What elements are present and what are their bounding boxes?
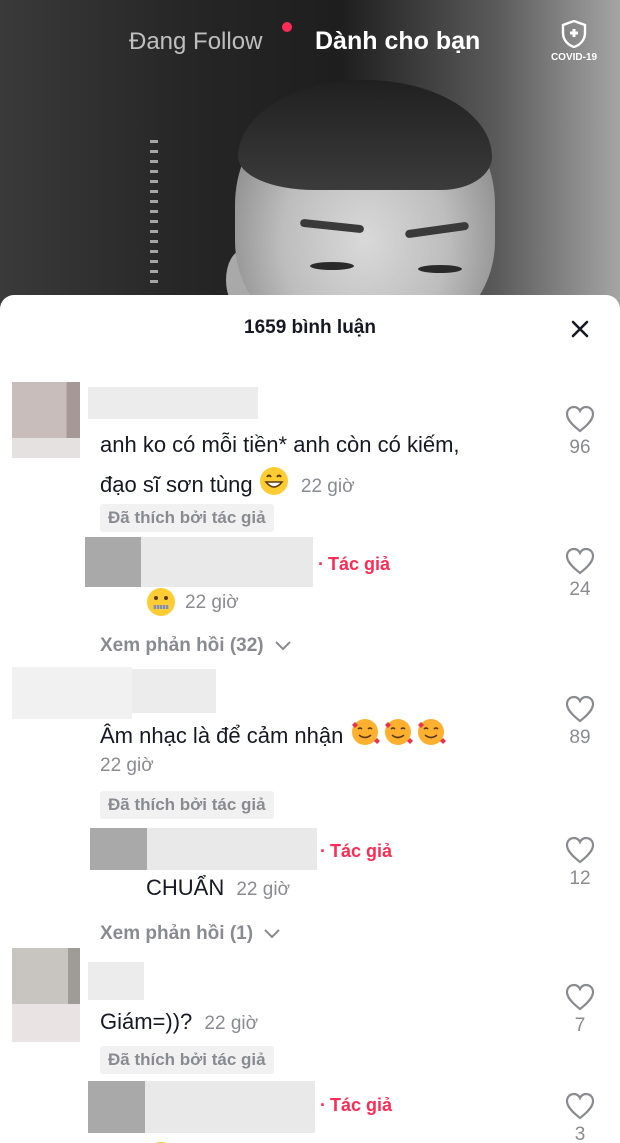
avatar[interactable] [12, 948, 80, 1004]
grinning-face-emoji [259, 466, 289, 506]
avatar[interactable] [12, 382, 80, 438]
like-count: 96 [569, 437, 591, 458]
like-count: 24 [569, 579, 591, 600]
author-liked-badge: Đã thích bởi tác giả [100, 504, 274, 532]
chevron-down-icon [264, 929, 281, 939]
tab-following[interactable]: Đang Follow [129, 28, 262, 56]
heart-icon [565, 1092, 595, 1120]
reply-username[interactable] [145, 1081, 315, 1133]
video-window-blind [150, 140, 158, 290]
comment-time: 22 giờ [100, 755, 154, 776]
smiling-face-with-hearts-emoji [350, 717, 446, 757]
video-person-eye [310, 262, 354, 270]
comment-time: 22 giờ [204, 1013, 259, 1034]
video-person-hair [238, 80, 492, 190]
reply-username[interactable] [141, 537, 313, 587]
reply-time: 22 giờ [185, 592, 239, 613]
heart-icon [565, 836, 595, 864]
author-tag: · Tác giả [320, 841, 393, 861]
shield-icon [561, 20, 587, 48]
heart-icon [565, 405, 595, 433]
heart-icon [565, 983, 595, 1011]
comment-text: Giám=))? 22 giờ [100, 1009, 259, 1034]
author-liked-badge: Đã thích bởi tác giả [100, 1046, 274, 1074]
comment-text: đạo sĩ sơn tùng 22 giờ [100, 466, 355, 506]
heart-icon [565, 547, 595, 575]
avatar [12, 1004, 80, 1042]
username[interactable] [132, 669, 216, 713]
video-person-eye [418, 265, 462, 273]
emoji-partial [146, 1135, 176, 1143]
author-tag: · Tác giả [318, 554, 391, 574]
view-replies-button[interactable]: Xem phản hồi (1) [100, 923, 281, 945]
covid-button[interactable]: COVID-19 [544, 20, 604, 70]
close-icon [571, 320, 589, 338]
close-button[interactable] [566, 315, 594, 343]
like-button[interactable]: 89 [556, 695, 604, 749]
like-count: 12 [569, 868, 591, 889]
chevron-down-icon [275, 641, 291, 651]
reply-time: 22 giờ [236, 879, 291, 900]
reply-username[interactable] [147, 828, 317, 870]
like-button[interactable]: 7 [556, 983, 604, 1037]
reply-avatar[interactable] [88, 1081, 145, 1133]
new-content-dot [282, 22, 292, 32]
comments-sheet: 1659 bình luận anh ko có mỗi tiền* anh c… [0, 295, 620, 1143]
covid-label: COVID-19 [550, 52, 598, 63]
username[interactable] [88, 962, 144, 1000]
avatar[interactable] [12, 667, 132, 719]
like-count: 7 [574, 1015, 586, 1036]
like-count: 3 [574, 1124, 586, 1143]
reply-avatar[interactable] [90, 828, 147, 870]
reply-avatar[interactable] [85, 537, 141, 587]
comments-count-title: 1659 bình luận [244, 317, 376, 338]
reply-like-button[interactable]: 12 [556, 836, 604, 890]
like-count: 89 [569, 727, 591, 748]
zipper-mouth-face-emoji [146, 587, 176, 622]
author-liked-badge: Đã thích bởi tác giả [100, 791, 274, 819]
reply-text: CHUẨN 22 giờ [146, 875, 291, 900]
comment-text: Âm nhạc là để cảm nhận [100, 717, 446, 757]
comment-time: 22 giờ [300, 475, 355, 497]
tab-for-you[interactable]: Dành cho bạn [315, 27, 480, 56]
username[interactable] [88, 387, 258, 419]
top-nav: Đang Follow Dành cho bạn COVID-19 [0, 0, 620, 90]
reply-like-button[interactable]: 3 [556, 1092, 604, 1143]
heart-icon [565, 695, 595, 723]
reply-like-button[interactable]: 24 [556, 547, 604, 601]
author-tag: · Tác giả [320, 1095, 393, 1115]
avatar [12, 438, 80, 458]
like-button[interactable]: 96 [556, 405, 604, 459]
view-replies-button[interactable]: Xem phản hồi (32) [100, 635, 291, 657]
comment-text: anh ko có mỗi tiền* anh còn có kiếm, [100, 432, 460, 457]
